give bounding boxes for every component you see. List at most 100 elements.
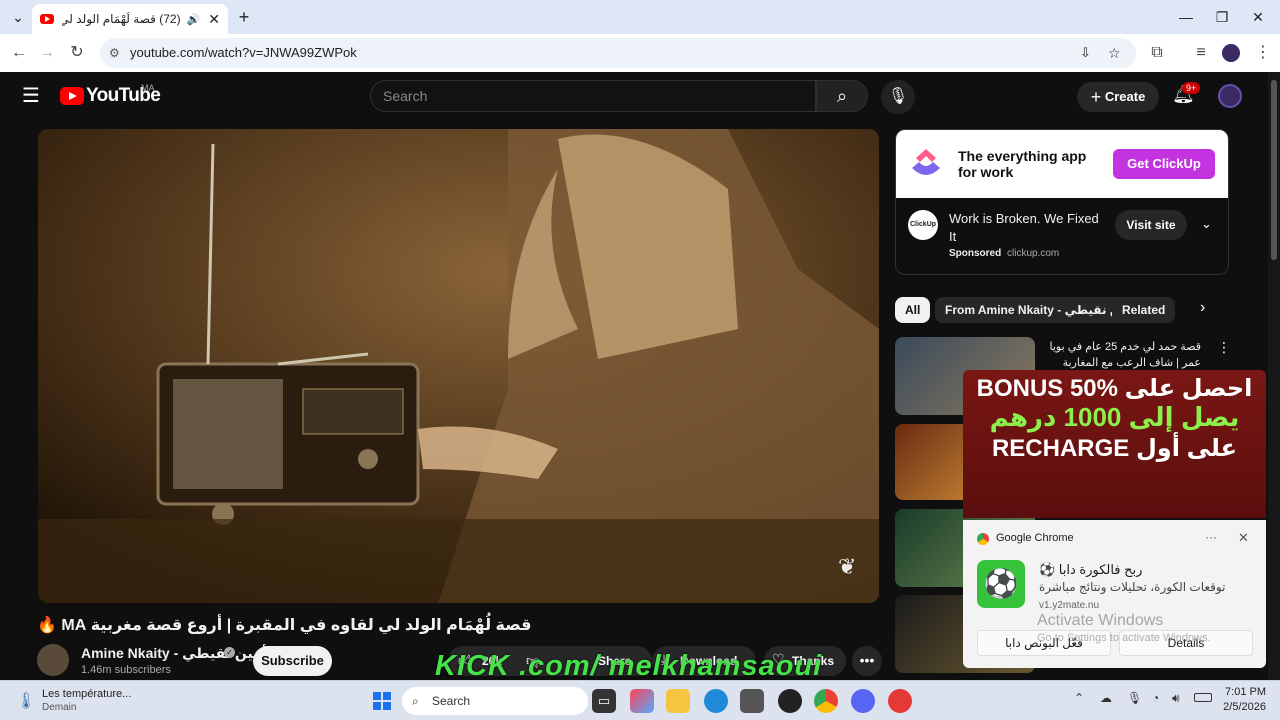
app-badge-icon[interactable] [888, 689, 912, 713]
notification-title: ربح فالكورة دابا ⚽ [1039, 562, 1143, 577]
tab-close-icon[interactable]: ✕ [208, 11, 220, 28]
browser-tab[interactable]: (72) قصة لُهْمَام الولد لي لقاو 🔊 ✕ [32, 4, 228, 34]
volume-icon[interactable]: 🔊︎ [1172, 691, 1180, 706]
notification-close-icon[interactable]: ✕ [1238, 530, 1249, 546]
advertiser-avatar[interactable]: ClickUp [908, 210, 938, 240]
search-button[interactable]: ⌕ [816, 80, 868, 112]
channel-watermark-icon: ❦ [838, 554, 857, 579]
clickup-logo-icon [908, 144, 944, 180]
browser-toolbar: ← → ↻ ⚙ youtube.com/watch?v=JNWA99ZWPok … [0, 34, 1280, 72]
stream-overlay-text: KICK .com/ melkhamsaoui [435, 650, 823, 682]
account-avatar[interactable] [1218, 84, 1242, 108]
reload-icon[interactable]: ↻ [66, 42, 88, 64]
clock-date[interactable]: 2/5/2026 [1220, 701, 1266, 713]
address-bar[interactable]: ⚙ youtube.com/watch?v=JNWA99ZWPok ⇩ ☆ [100, 38, 1136, 68]
tab-title: (72) قصة لُهْمَام الولد لي لقاو [62, 12, 181, 26]
region-code: MA [141, 83, 155, 93]
taskbar-search-label: Search [432, 694, 471, 708]
new-tab-button[interactable]: + [232, 6, 256, 28]
taskbar-search-icon: ⌕ [412, 694, 419, 708]
sponsored-ad[interactable]: The everything app for work Get ClickUp … [895, 129, 1229, 275]
youtube-logo-icon[interactable] [60, 87, 84, 105]
related-more-icon[interactable]: ⋮ [1217, 339, 1231, 356]
minimize-icon[interactable]: — [1174, 6, 1198, 28]
related-video-title[interactable]: قصة حمد لي خدم 25 عام في بويا عمر | شاف … [1041, 339, 1202, 371]
video-player[interactable]: ❦ [38, 129, 879, 603]
channel-name[interactable]: Amine Nkaity - أمين نقيطي [81, 645, 267, 662]
edge-icon[interactable] [704, 689, 728, 713]
task-view-icon[interactable]: ▭ [592, 689, 616, 713]
weather-icon[interactable]: 🌡︎ [16, 691, 36, 711]
bookmark-star-icon[interactable]: ☆ [1108, 38, 1121, 68]
notification-badge: 9+ [1182, 82, 1201, 94]
notification-app: Google Chrome [996, 532, 1074, 544]
plus-icon: + [1090, 87, 1102, 107]
youtube-favicon-icon [40, 14, 54, 24]
channel-avatar[interactable] [37, 644, 69, 676]
voice-search-icon[interactable]: 🎙 [881, 80, 915, 114]
create-label: Create [1104, 89, 1146, 104]
start-icon[interactable] [370, 689, 394, 713]
hamburger-menu-icon[interactable]: ☰ [22, 86, 40, 106]
promo-banner[interactable]: احصل على BONUS 50% يصل إلى 1000 درهم على… [963, 370, 1266, 518]
promo-line-1: احصل على BONUS 50% [976, 375, 1253, 402]
mic-tray-icon[interactable]: 🎙︎ [1127, 691, 1142, 705]
back-icon[interactable]: ← [8, 42, 30, 64]
chip-all[interactable]: All [895, 297, 931, 323]
create-button[interactable]: + Create [1077, 82, 1159, 112]
soccer-ball-icon: ⚽ [977, 560, 1025, 608]
chrome-notification[interactable]: Google Chrome ··· ✕ ⚽ ربح فالكورة دابا ⚽… [963, 520, 1266, 668]
site-info-icon[interactable]: ⚙ [109, 38, 120, 68]
search-icon: ⌕ [836, 86, 848, 106]
subscribe-button[interactable]: Subscribe [253, 646, 332, 676]
promo-line-3: على أول RECHARGE [991, 435, 1238, 462]
search-input[interactable]: Search [370, 80, 816, 112]
file-explorer-icon[interactable] [666, 689, 690, 713]
weather-text[interactable]: Les température... [42, 688, 131, 700]
chip-related[interactable]: Related [1112, 297, 1176, 323]
copilot-icon[interactable] [630, 689, 654, 713]
maximize-icon[interactable]: ❐ [1210, 6, 1234, 28]
tab-search-icon[interactable]: ⌄ [6, 6, 30, 28]
notification-body: توقعات الكورة، تحليلات ونتائج مباشرة [1039, 580, 1226, 594]
youtube-header: ☰ YouTube MA Search ⌕ 🎙 + Create 🔔︎ 9+ [0, 72, 1268, 122]
more-actions-icon[interactable]: ••• [852, 646, 882, 676]
video-title: قصة لُهْمَام الولد لي لقاوه في المقبرة |… [37, 617, 532, 634]
extensions-icon[interactable]: ⧉ [1146, 42, 1168, 64]
forward-icon[interactable]: → [36, 42, 58, 64]
scrollbar-thumb[interactable] [1271, 80, 1277, 260]
activate-windows-subtext: Go to Settings to activate Windows. [1037, 632, 1211, 644]
windows-taskbar: 🌡︎ Les température... Demain ⌕ Search ▭ … [0, 680, 1280, 720]
audio-icon[interactable]: 🔊 [187, 13, 201, 26]
page-scrollbar[interactable] [1268, 72, 1280, 680]
sponsored-label: Sponsored [949, 248, 1002, 259]
ad-title[interactable]: Work is Broken. We Fixed It [949, 210, 1109, 246]
discord-icon[interactable] [851, 689, 875, 713]
app-icon[interactable] [778, 689, 802, 713]
get-clickup-button[interactable]: Get ClickUp [1113, 149, 1215, 179]
battery-icon[interactable] [1194, 693, 1212, 702]
notification-source: v1.y2mate.nu [1039, 600, 1100, 611]
ad-domain: clickup.com [1007, 248, 1060, 259]
wifi-icon[interactable]: ◔ [1152, 691, 1159, 705]
clock-time[interactable]: 7:01 PM [1224, 686, 1266, 698]
ad-banner[interactable]: The everything app for work Get ClickUp [896, 130, 1228, 198]
store-icon[interactable] [740, 689, 764, 713]
visit-site-button[interactable]: Visit site [1115, 210, 1187, 240]
tab-strip: ⌄ (72) قصة لُهْمَام الولد لي لقاو 🔊 ✕ + … [0, 0, 1280, 34]
video-frame [38, 129, 879, 603]
notification-more-icon[interactable]: ··· [1205, 530, 1217, 544]
close-window-icon[interactable]: ✕ [1246, 6, 1270, 28]
chrome-menu-icon[interactable]: ⋮ [1252, 42, 1274, 64]
tray-chevron-icon[interactable]: ⌃ [1074, 691, 1084, 705]
onedrive-icon[interactable]: ☁ [1100, 691, 1112, 705]
install-icon[interactable]: ⇩ [1080, 38, 1091, 68]
chips-next-chevron-icon[interactable]: › [1200, 299, 1205, 317]
media-control-icon[interactable]: ≡ [1190, 42, 1212, 64]
chrome-taskbar-icon[interactable] [814, 689, 838, 713]
ad-expand-chevron-icon[interactable]: ⌄ [1201, 216, 1212, 232]
url-text: youtube.com/watch?v=JNWA99ZWPok [130, 45, 357, 60]
profile-avatar[interactable] [1222, 44, 1240, 62]
promo-line-2: يصل إلى 1000 درهم [989, 402, 1240, 432]
taskbar-search[interactable]: ⌕ Search [402, 687, 588, 715]
